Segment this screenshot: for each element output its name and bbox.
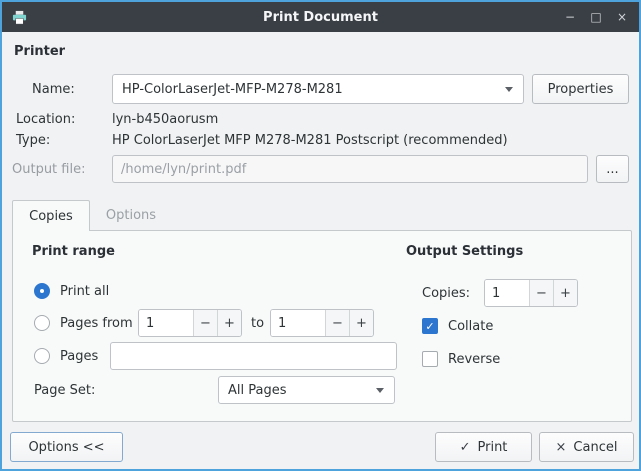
type-value: HP ColorLaserJet MFP M278-M281 Postscrip… xyxy=(112,133,508,148)
check-icon: ✓ xyxy=(425,320,434,333)
plus-icon[interactable]: + xyxy=(349,310,373,336)
pages-from-label[interactable]: Pages from xyxy=(60,316,133,331)
pages-label[interactable]: Pages xyxy=(60,349,98,364)
printer-icon xyxy=(10,8,28,26)
window-title: Print Document xyxy=(2,10,639,25)
name-label: Name: xyxy=(32,82,75,97)
output-file-input[interactable]: /home/lyn/print.pdf xyxy=(112,155,588,183)
location-value: lyn-b450aorusm xyxy=(112,112,218,127)
to-label: to xyxy=(251,316,264,331)
pages-from-stepper[interactable]: 1 − + xyxy=(138,309,242,337)
pages-radio[interactable] xyxy=(34,348,50,364)
minus-icon[interactable]: − xyxy=(529,280,553,306)
plus-icon[interactable]: + xyxy=(553,280,577,306)
copies-stepper[interactable]: 1 − + xyxy=(484,279,578,307)
output-file-label: Output file: xyxy=(12,162,85,177)
printer-name-value: HP-ColorLaserJet-MFP-M278-M281 xyxy=(122,82,343,97)
output-settings-heading: Output Settings xyxy=(406,244,523,259)
minus-icon[interactable]: − xyxy=(325,310,349,336)
titlebar[interactable]: Print Document − □ × xyxy=(2,2,639,32)
copies-label: Copies: xyxy=(422,286,470,301)
chevron-down-icon xyxy=(376,388,384,393)
pages-from-radio[interactable] xyxy=(34,315,50,331)
type-label: Type: xyxy=(16,133,50,148)
page-set-select[interactable]: All Pages xyxy=(218,376,395,404)
location-label: Location: xyxy=(16,112,75,127)
page-set-label: Page Set: xyxy=(34,383,95,398)
tab-options[interactable]: Options xyxy=(92,200,170,231)
pages-to-value[interactable]: 1 xyxy=(271,310,325,336)
plus-icon[interactable]: + xyxy=(217,310,241,336)
minus-icon[interactable]: − xyxy=(193,310,217,336)
pages-to-stepper[interactable]: 1 − + xyxy=(270,309,374,337)
minimize-icon[interactable]: − xyxy=(557,5,583,29)
browse-button[interactable]: ... xyxy=(596,155,629,183)
printer-name-select[interactable]: HP-ColorLaserJet-MFP-M278-M281 xyxy=(112,74,524,104)
print-all-label[interactable]: Print all xyxy=(60,284,109,299)
close-icon[interactable]: × xyxy=(609,5,635,29)
pages-input[interactable] xyxy=(110,342,397,370)
tab-copies[interactable]: Copies xyxy=(12,200,90,231)
reverse-checkbox[interactable] xyxy=(422,351,438,367)
options-toggle-button[interactable]: Options << xyxy=(10,432,123,462)
collate-checkbox[interactable]: ✓ xyxy=(422,318,438,334)
cancel-button[interactable]: × Cancel xyxy=(539,432,634,462)
page-set-value: All Pages xyxy=(228,383,287,398)
print-range-heading: Print range xyxy=(32,244,115,259)
printer-heading: Printer xyxy=(14,44,65,59)
reverse-label[interactable]: Reverse xyxy=(448,352,500,367)
properties-button[interactable]: Properties xyxy=(532,74,629,104)
check-icon: ✓ xyxy=(460,440,471,455)
pages-from-value[interactable]: 1 xyxy=(139,310,193,336)
chevron-down-icon xyxy=(505,87,513,92)
print-button[interactable]: ✓ Print xyxy=(435,432,532,462)
collate-label[interactable]: Collate xyxy=(448,319,493,334)
copies-value[interactable]: 1 xyxy=(485,280,529,306)
close-icon: × xyxy=(556,440,567,455)
print-dialog-window: Print Document − □ × Printer Name: HP-Co… xyxy=(0,0,641,471)
maximize-icon[interactable]: □ xyxy=(583,5,609,29)
print-all-radio[interactable] xyxy=(34,283,50,299)
